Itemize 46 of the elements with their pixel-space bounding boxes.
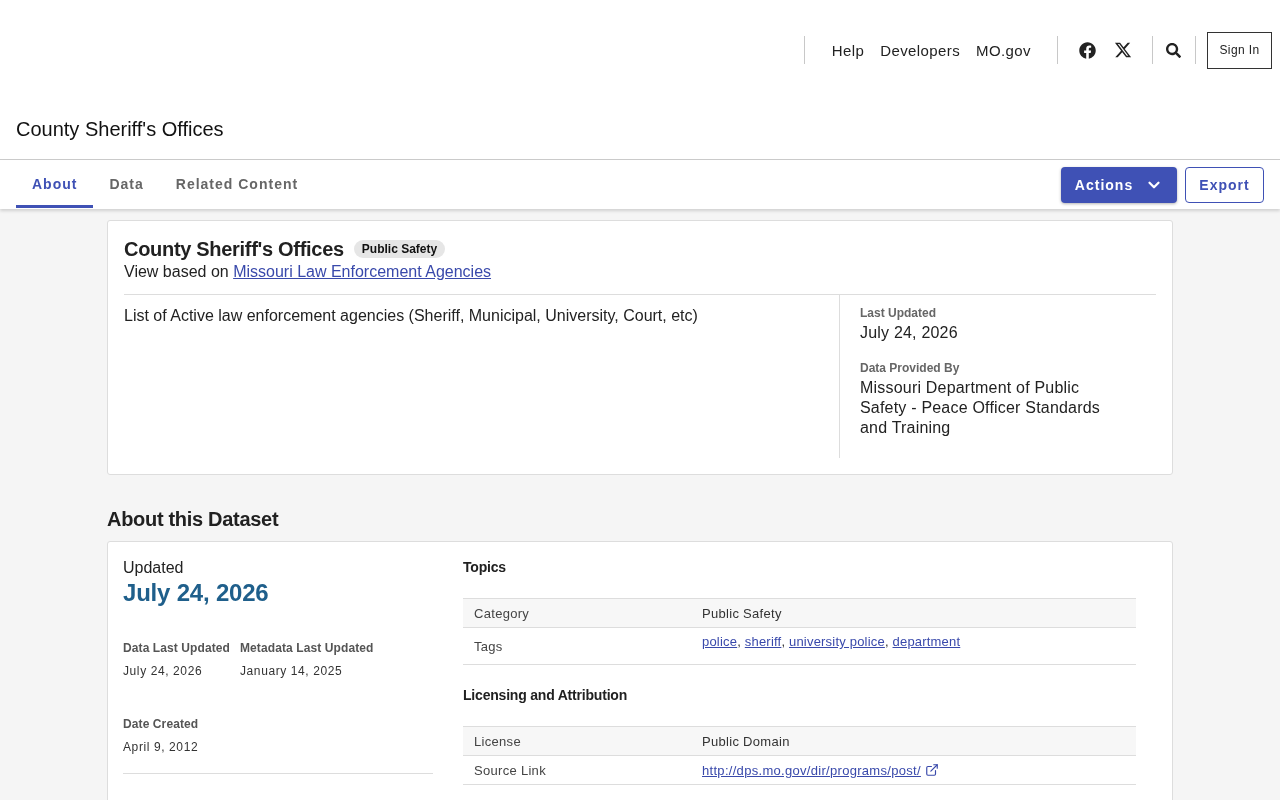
view-based-on-text: View based on Missouri Law Enforcement Agencies	[124, 262, 493, 282]
row-label: License	[473, 733, 522, 749]
section-heading: About this Dataset	[107, 507, 280, 531]
row-value: Public Safety	[702, 605, 783, 621]
description-text: List of Active law enforcement agencies (Sheriff, Municipal, University, Court, etc)	[124, 306, 699, 326]
date-value: July 24, 2026	[123, 663, 204, 679]
tag-list: police, sheriff, university police, department	[702, 634, 961, 649]
date-value: January 14, 2025	[240, 663, 344, 679]
row-label: Category	[473, 605, 531, 621]
row-label: Tags	[473, 638, 504, 654]
header-link[interactable]: MO.gov	[976, 41, 1031, 59]
updated-label: Updated	[123, 558, 185, 578]
tag-link[interactable]: department	[892, 634, 961, 649]
dataset-title: County Sheriff's Offices	[124, 237, 344, 261]
external-link-icon	[924, 763, 939, 777]
meta-value: Missouri Department of Public Safety - Peace Officer Standards and Training	[860, 378, 1101, 438]
meta-label: Data Provided By	[860, 360, 961, 376]
actions-button[interactable]: Actions	[1061, 166, 1177, 203]
tag-link[interactable]: police	[702, 634, 738, 649]
date-label: Data Last Updated	[123, 640, 232, 656]
header-link[interactable]: Developers	[880, 41, 961, 59]
search-icon[interactable]	[1166, 42, 1181, 58]
export-button[interactable]: Export	[1185, 166, 1264, 203]
parent-dataset-link[interactable]: Missouri Law Enforcement Agencies	[233, 263, 492, 280]
page-title: County Sheriff's Offices	[16, 118, 224, 141]
meta-label: Last Updated	[860, 305, 937, 321]
source-link[interactable]: http://dps.mo.gov/dir/programs/post/	[702, 762, 939, 778]
row-value: Public Domain	[702, 733, 791, 749]
tag-link[interactable]: university police	[789, 634, 885, 649]
header-link[interactable]: Help	[831, 41, 865, 59]
tab[interactable]: Related Content	[159, 160, 315, 208]
date-label: Date Created	[123, 716, 200, 732]
facebook-icon[interactable]	[1079, 41, 1096, 59]
updated-date: July 24, 2026	[123, 578, 270, 608]
sign-in-button[interactable]: Sign In	[1207, 31, 1272, 69]
tag-link[interactable]: sheriff	[744, 634, 782, 649]
subsection-heading: Licensing and Attribution	[463, 686, 629, 704]
row-label: Source Link	[473, 762, 547, 778]
tab[interactable]: About	[16, 160, 94, 208]
x-logo-icon[interactable]	[1114, 41, 1132, 59]
category-badge: Public Safety	[353, 240, 446, 258]
tab[interactable]: Data	[93, 160, 160, 208]
subsection-heading: Topics	[463, 558, 507, 576]
meta-value: July 24, 2026	[860, 323, 959, 343]
date-value: April 9, 2012	[123, 739, 200, 755]
date-label: Metadata Last Updated	[240, 640, 375, 656]
